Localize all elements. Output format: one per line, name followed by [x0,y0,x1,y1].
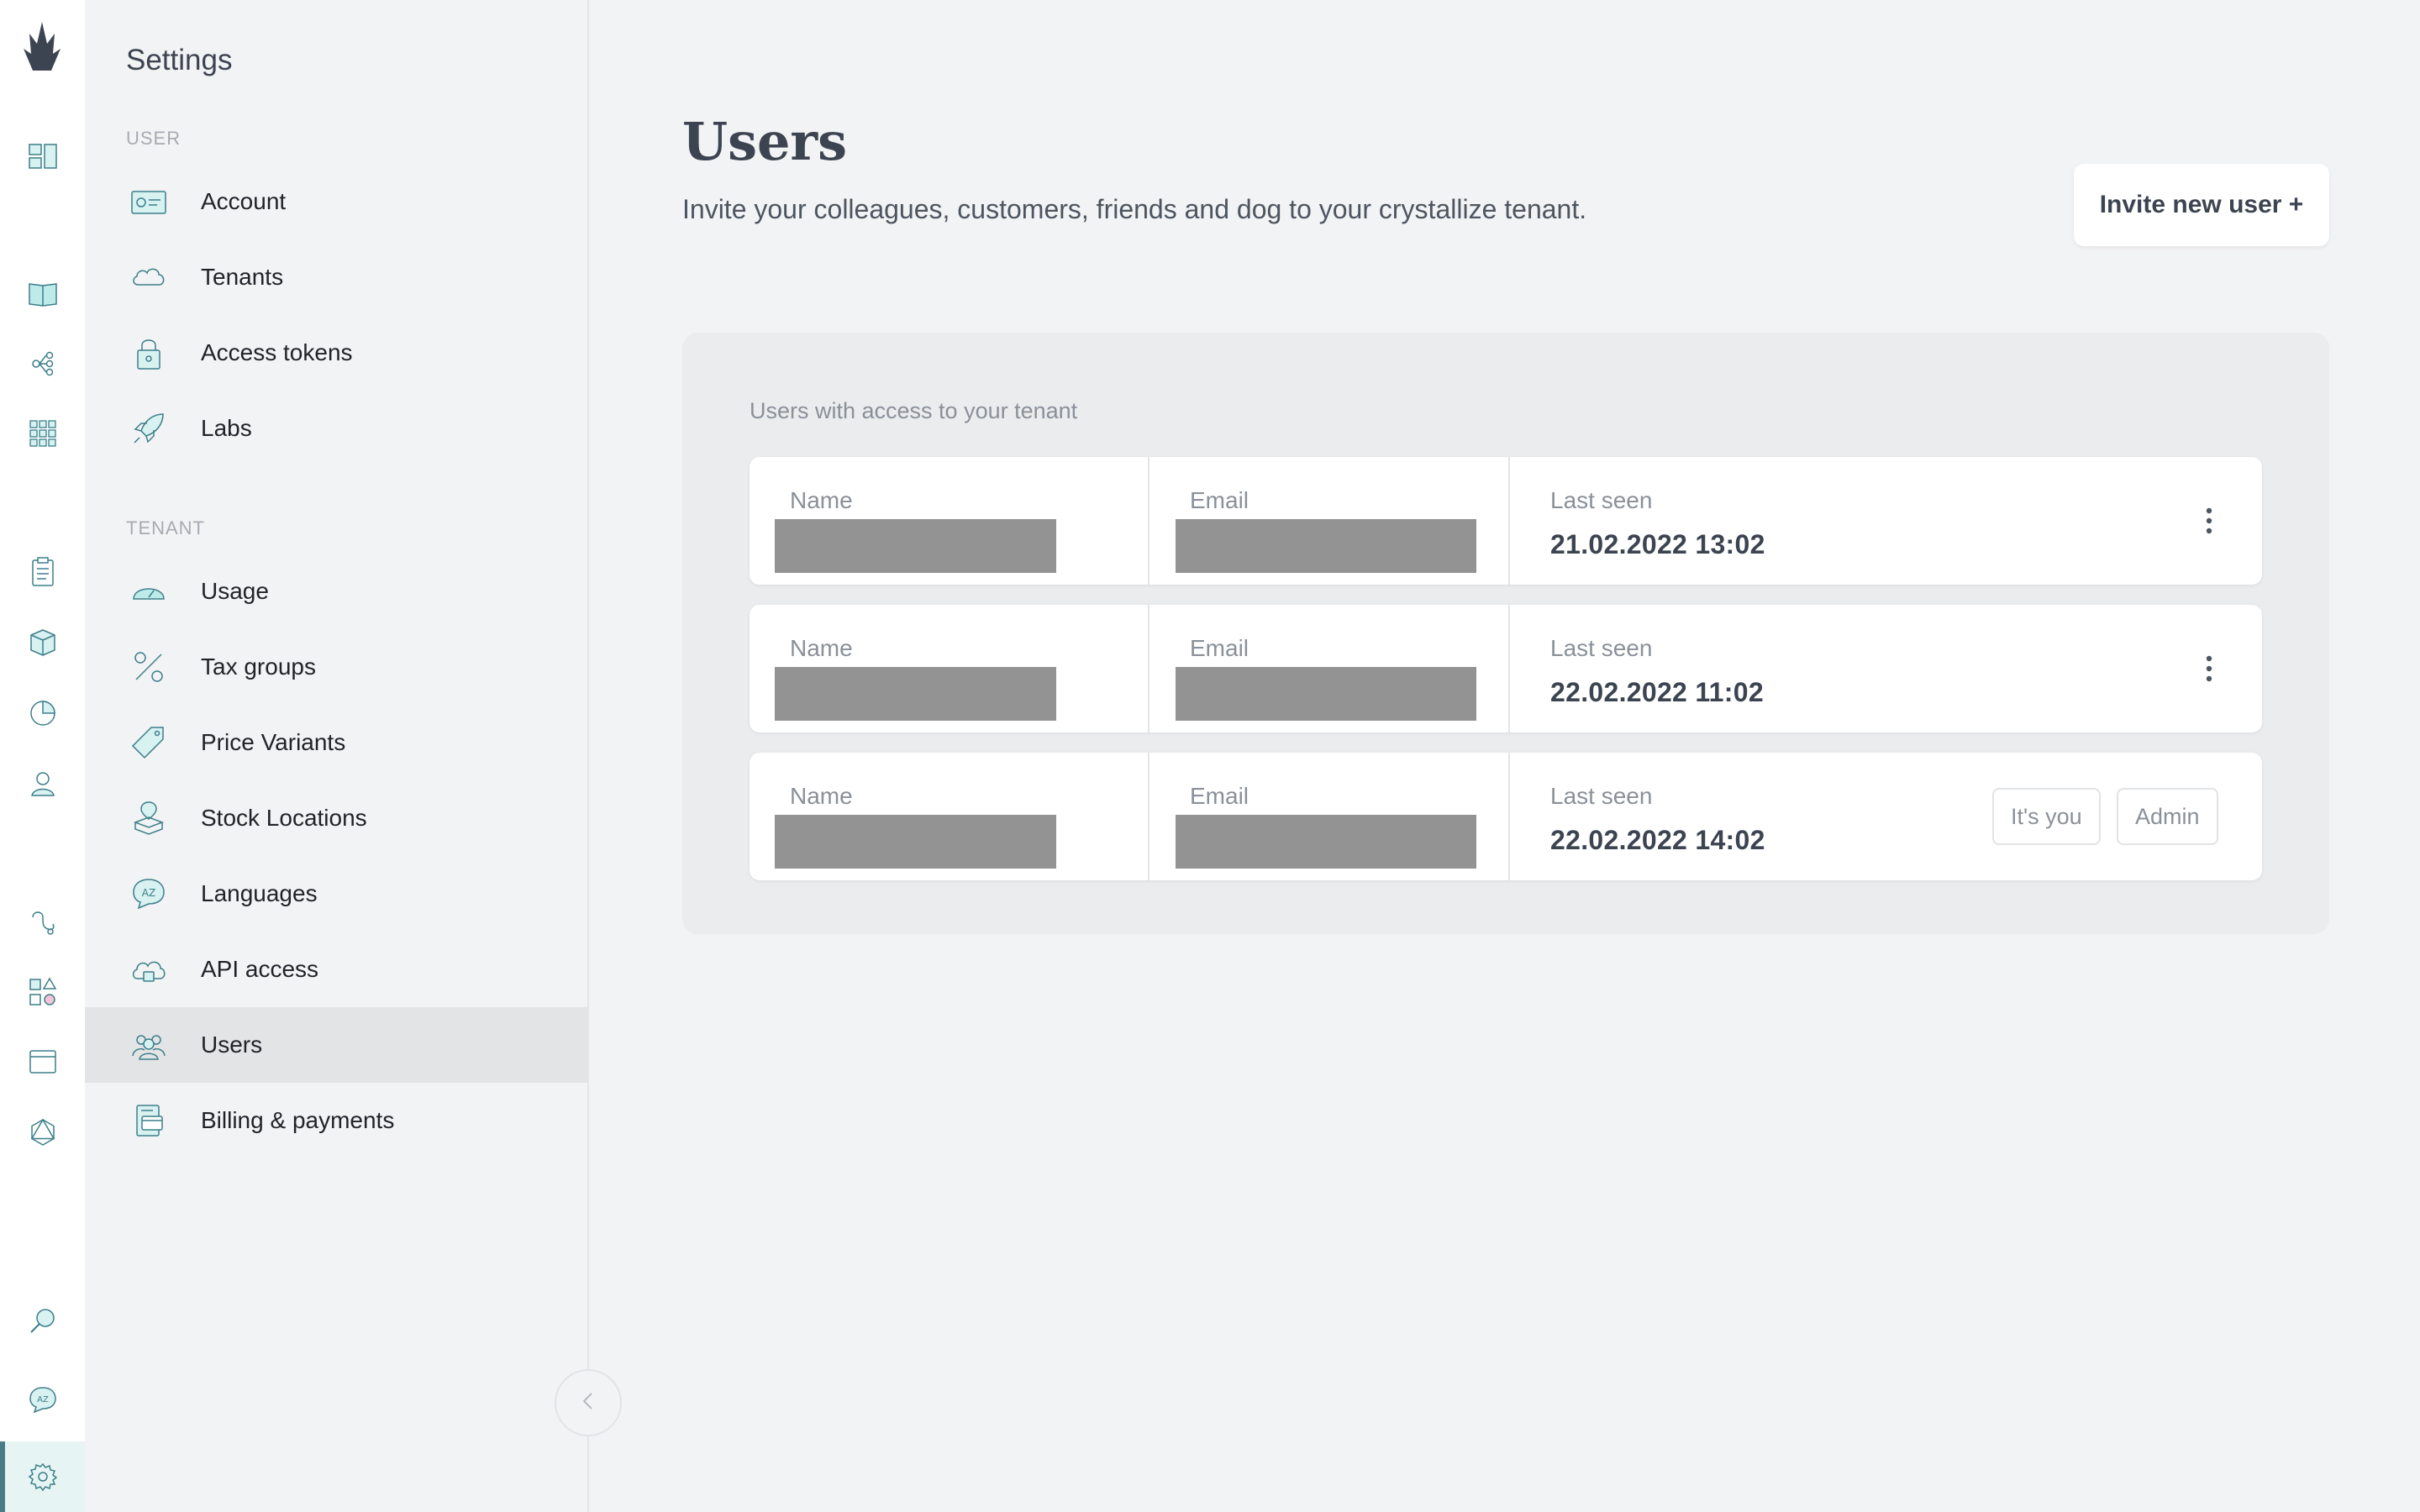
last-seen-value: 22.02.2022 14:02 [1550,825,1765,855]
divider [1148,457,1150,585]
lock-icon [129,333,169,373]
admin-badge: Admin [2117,788,2218,845]
sidebar-item-tax-groups[interactable]: Tax groups [85,629,587,705]
main-content: Users Invite your colleagues, customers,… [589,0,2420,1512]
sidebar-item-label: Usage [201,578,269,604]
grid-icon[interactable] [24,414,62,453]
redacted-name [775,815,1056,869]
users-icon [129,1025,169,1065]
svg-text:AZ: AZ [37,1395,49,1404]
api-cloud-icon [129,949,169,990]
topics-tree-icon[interactable] [24,344,62,383]
sidebar-item-label: Price Variants [201,729,346,755]
translate-icon[interactable]: AZ [24,1380,62,1419]
search-icon[interactable] [24,1302,62,1341]
user-row: Name Email Last seen 21.02.2022 13:02 [750,457,2262,585]
pie-chart-icon[interactable] [24,694,62,732]
orders-clipboard-icon[interactable] [24,553,62,591]
user-row: Name Email Last seen 22.02.2022 11:02 [750,605,2262,732]
sidebar-item-label: Access tokens [201,339,353,365]
invite-new-user-button[interactable]: Invite new user + [2074,164,2329,246]
sidebar-item-access-tokens[interactable]: Access tokens [85,315,587,391]
redacted-email [1176,815,1476,869]
billing-icon [129,1100,169,1141]
user-row: Name Email Last seen 22.02.2022 14:02 It… [750,753,2262,880]
catalogue-book-icon[interactable] [24,275,62,313]
last-seen-label: Last seen [1550,635,1653,661]
sidebar-item-label: Tenants [201,264,284,290]
sidebar-item-api-access[interactable]: API access [85,932,587,1007]
last-seen-value: 22.02.2022 11:02 [1550,677,1764,707]
more-options-icon[interactable] [2195,502,2223,539]
shapes-icon[interactable] [24,973,62,1011]
sidebar-title: Settings [126,44,233,76]
stock-location-icon [129,798,169,838]
graphql-icon[interactable] [24,1113,62,1152]
redacted-email [1176,519,1476,573]
sidebar-item-users[interactable]: Users [85,1007,587,1083]
divider [1508,753,1510,880]
settings-sidebar: Settings USER Account Tenants Access tok… [85,0,622,1512]
sidebar-item-labs[interactable]: Labs [85,391,587,466]
cloud-icon [129,257,169,297]
price-tag-icon [129,722,169,763]
customer-person-icon[interactable] [24,764,62,803]
email-label: Email [1190,487,1249,513]
last-seen-label: Last seen [1550,783,1653,809]
email-label: Email [1190,635,1249,661]
webhooks-hook-icon[interactable] [24,903,62,942]
redacted-name [775,519,1056,573]
its-you-badge: It's you [1992,788,2101,845]
email-label: Email [1190,783,1249,809]
sidebar-item-languages[interactable]: AZ Languages [85,856,587,932]
more-options-icon[interactable] [2195,650,2223,687]
divider [1148,753,1150,880]
name-label: Name [790,487,853,513]
package-box-icon[interactable] [24,622,62,661]
redacted-email [1176,667,1476,721]
svg-text:AZ: AZ [142,887,155,899]
rocket-icon [129,408,169,449]
sidebar-item-label: Labs [201,415,252,441]
sidebar-item-label: Billing & payments [201,1107,395,1133]
browser-window-icon[interactable] [24,1042,62,1081]
settings-gear-icon[interactable] [24,1457,62,1496]
section-label-tenant: TENANT [126,517,205,538]
page-title: Users [682,111,847,172]
sidebar-item-usage[interactable]: Usage [85,554,587,629]
sidebar-item-tenants[interactable]: Tenants [85,239,587,315]
last-seen-value: 21.02.2022 13:02 [1550,529,1765,559]
sidebar-item-label: Users [201,1032,263,1058]
section-label-user: USER [126,128,182,149]
name-label: Name [790,783,853,809]
sidebar-item-stock-locations[interactable]: Stock Locations [85,780,587,856]
sidebar-item-label: Account [201,188,287,214]
last-seen-label: Last seen [1550,487,1653,513]
sidebar-item-price-variants[interactable]: Price Variants [85,705,587,780]
sidebar-item-account[interactable]: Account [85,164,587,239]
id-card-icon [129,181,169,222]
name-label: Name [790,635,853,661]
language-icon: AZ [129,874,169,914]
redacted-name [775,667,1056,721]
crystallize-logo-icon[interactable] [21,18,63,77]
dashboard-icon[interactable] [24,137,62,176]
sidebar-item-billing[interactable]: Billing & payments [85,1083,587,1158]
percent-icon [129,647,169,687]
sidebar-item-label: API access [201,956,319,982]
divider [1148,605,1150,732]
panel-title: Users with access to your tenant [750,398,1078,423]
users-panel: Users with access to your tenant Name Em… [682,333,2329,934]
sidebar-item-label: Languages [201,880,318,906]
divider [1508,605,1510,732]
sidebar-item-label: Tax groups [201,654,316,680]
gauge-icon [129,571,169,612]
page-subtitle: Invite your colleagues, customers, frien… [682,194,1587,224]
divider [1508,457,1510,585]
app-rail: AZ [0,0,85,1512]
sidebar-item-label: Stock Locations [201,805,367,831]
